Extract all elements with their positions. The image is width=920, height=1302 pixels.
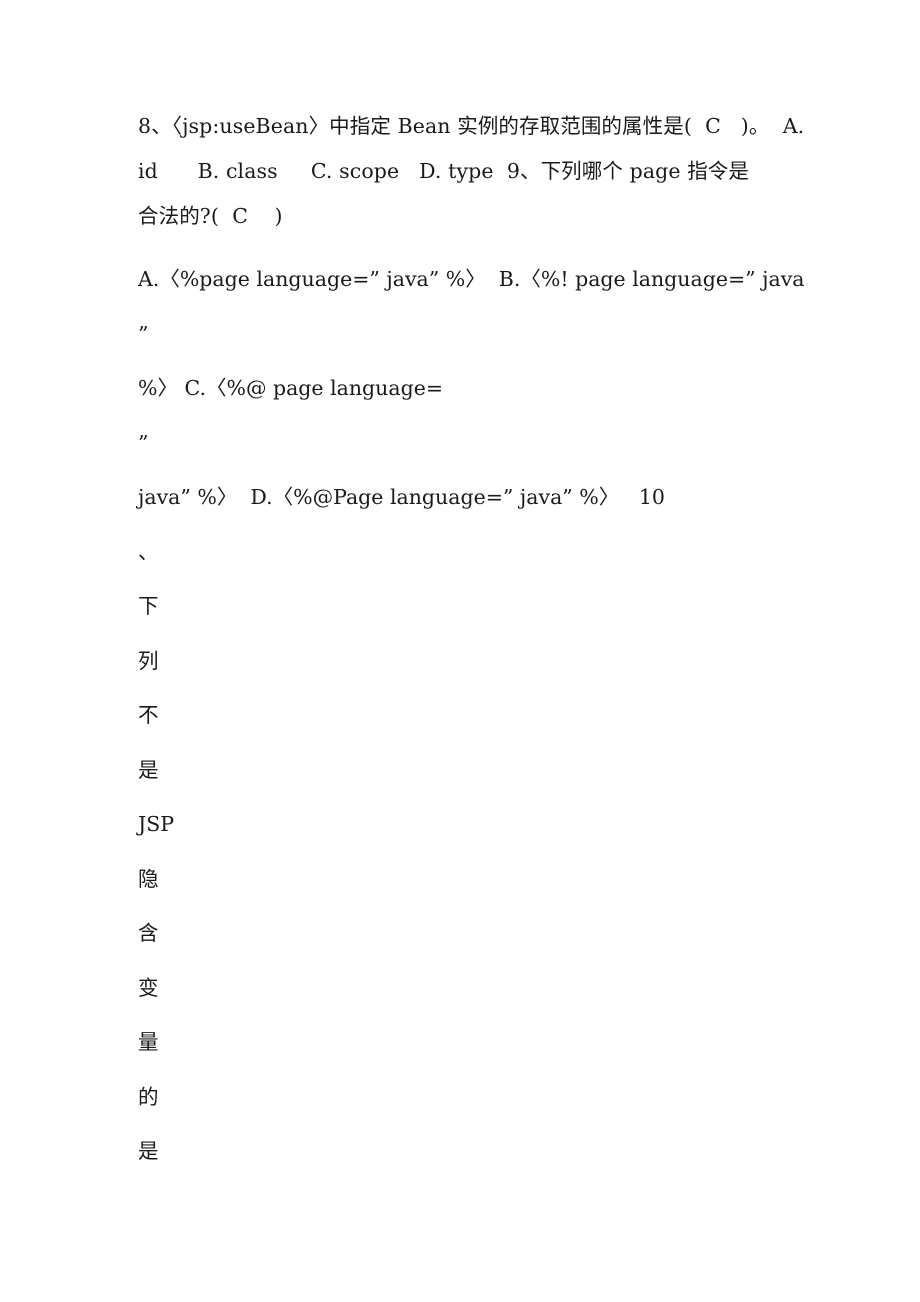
page-directive-options-block: A.〈%page language=” java” %〉 B.〈%! page … [138,252,805,525]
text-line: JSP [138,812,175,836]
text-line: 是 [138,1139,159,1163]
question-block-8-9: 8、〈jsp:useBean〉中指定 Bean 实例的存取范围的属性是( C )… [138,104,805,239]
text-line: ” [138,321,149,346]
document-content: 8、〈jsp:useBean〉中指定 Bean 实例的存取范围的属性是( C )… [138,104,805,1179]
text-line: 是 [138,757,159,782]
text-line: 、 [138,539,159,564]
text-line: %〉 C.〈%@ page language= [138,376,444,400]
text-line: 的 [138,1084,159,1109]
text-line: ” [138,430,149,455]
text-line: 下 [138,594,159,618]
document-page: 8、〈jsp:useBean〉中指定 Bean 实例的存取范围的属性是( C )… [0,0,920,1302]
text-line: 8、〈jsp:useBean〉中指定 Bean 实例的存取范围的属性是( C )… [138,114,805,138]
text-line: 隐 [138,866,159,891]
text-line: 列 [138,648,159,673]
text-line: id B. class C. scope D. type 9、下列哪个 page… [138,159,750,183]
text-line: 不 [138,703,159,727]
text-line: 合法的?( C ) [138,204,283,228]
text-line: A.〈%page language=” java” %〉 B.〈%! page … [138,267,805,291]
text-line: 量 [138,1030,159,1054]
text-line: 含 [138,921,159,945]
question-10-vertical-run: 、 下 列 不 是 JSP 隐 含 变 量 的 是 [138,525,798,1179]
text-line: java” %〉 D.〈%@Page language=” java” %〉 1… [138,485,665,509]
text-line: 变 [138,975,159,1000]
